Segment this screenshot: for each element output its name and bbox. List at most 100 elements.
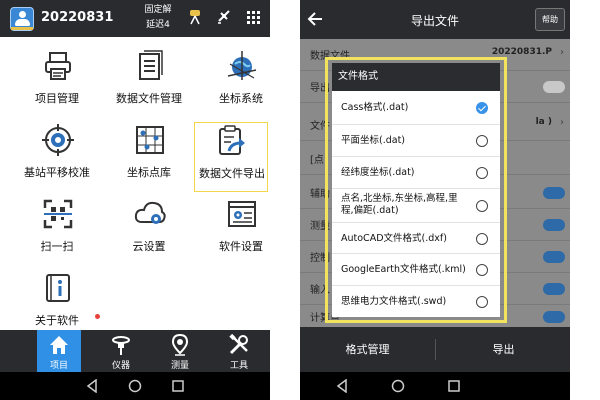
tab-label: 项目 (49, 361, 68, 371)
radio-unchecked-icon[interactable] (476, 135, 488, 147)
tile-coordinate-system[interactable]: 坐标系统 (196, 48, 270, 118)
location-pin-icon (171, 334, 189, 356)
tools-icon (229, 334, 248, 355)
chevron-right-icon: › (560, 47, 564, 58)
tile-label: 关于软件 (35, 314, 79, 327)
format-option[interactable]: GoogleEarth文件格式(.kml) (332, 254, 500, 286)
tile-scan[interactable]: 扫一扫 (12, 196, 102, 266)
target-crosshair-icon (42, 124, 74, 156)
tile-project-manage[interactable]: 项目管理 (12, 48, 102, 118)
option-label: AutoCAD文件格式(.dxf) (341, 233, 447, 244)
home-icon (50, 336, 68, 354)
nav-home-icon[interactable] (128, 379, 142, 393)
toggle-switch[interactable] (543, 311, 565, 323)
radio-unchecked-icon[interactable] (476, 264, 488, 276)
toggle-switch[interactable] (543, 283, 565, 295)
fix-status[interactable]: 固定解 延迟4 (138, 3, 178, 33)
status-header: 20220831 固定解 延迟4 (0, 0, 270, 37)
printer-icon (45, 52, 71, 80)
help-button[interactable]: 帮助 (535, 8, 565, 31)
option-label: 经纬度坐标(.dat) (341, 167, 415, 178)
globe-axes-icon (227, 51, 257, 80)
dialog-title: 文件格式 (332, 63, 500, 91)
toggle-switch[interactable] (543, 219, 565, 231)
page-title: 导出文件 (410, 14, 459, 28)
fix-status-text: 固定解 (144, 5, 172, 15)
nav-recents-icon[interactable] (171, 379, 185, 393)
toggle-switch[interactable] (543, 187, 565, 199)
tab-survey[interactable]: 测量 (158, 330, 202, 372)
notification-badge (95, 314, 100, 319)
format-option[interactable]: Cass格式(.dat) (332, 91, 500, 125)
tile-label: 扫一扫 (40, 240, 74, 253)
project-id: 20220831 (41, 10, 114, 25)
format-manage-button[interactable]: 格式管理 (300, 327, 435, 372)
tile-base-shift-calibration[interactable]: 基站平移校准 (12, 122, 102, 192)
document-list-icon (139, 50, 163, 80)
radio-unchecked-icon[interactable] (476, 233, 488, 245)
export-action-bar: 格式管理 导出 (300, 327, 570, 372)
nav-home-icon[interactable] (391, 379, 405, 393)
system-nav-bar (0, 372, 270, 400)
apps-grid-icon[interactable] (247, 11, 261, 25)
user-avatar[interactable] (10, 7, 34, 31)
tab-label: 仪器 (111, 361, 130, 371)
home-screen: 20220831 固定解 延迟4 项目管理 数据文件管理 坐标系统 基站平移校准… (0, 0, 270, 400)
tile-label: 项目管理 (35, 92, 79, 105)
map-grid-icon (136, 126, 164, 154)
radio-checked-icon[interactable] (476, 102, 488, 114)
row-value: 20220831.P (491, 47, 552, 57)
toggle-switch[interactable] (543, 81, 565, 93)
option-label: 点名,北坐标,东坐标,高程,里程,偏距(.dat) (341, 193, 458, 216)
tile-label: 数据文件导出 (199, 167, 265, 180)
tile-label: 云设置 (132, 240, 166, 253)
row-value: la ) (535, 117, 552, 127)
tab-label: 测量 (170, 361, 189, 371)
format-option[interactable]: 思维电力文件格式(.swd) (332, 286, 500, 317)
export-file-screen: 导出文件 帮助 数据文件 20220831.P › 导出 文件 la ) › [… (300, 0, 570, 400)
tile-label: 基站平移校准 (24, 166, 90, 179)
info-book-icon (46, 274, 70, 302)
tile-label: 软件设置 (219, 240, 263, 253)
format-option[interactable]: 经纬度坐标(.dat) (332, 157, 500, 189)
tab-tools[interactable]: 工具 (217, 330, 261, 372)
radio-unchecked-icon[interactable] (476, 296, 488, 308)
cloud-settings-icon (134, 201, 166, 224)
receiver-status-icon[interactable] (188, 8, 202, 26)
nav-recents-icon[interactable] (447, 379, 461, 393)
receiver-icon (112, 336, 130, 355)
row-label: [点 (310, 155, 324, 166)
export-button[interactable]: 导出 (436, 327, 570, 372)
radio-unchecked-icon[interactable] (476, 167, 488, 179)
option-label: GoogleEarth文件格式(.kml) (341, 264, 466, 275)
tile-coordinate-point-library[interactable]: 坐标点库 (104, 122, 194, 192)
nav-back-icon[interactable] (85, 379, 99, 393)
clipboard-export-icon (219, 125, 245, 155)
format-option[interactable]: 点名,北坐标,东坐标,高程,里程,偏距(.dat) (332, 189, 500, 223)
format-option[interactable]: AutoCAD文件格式(.dxf) (332, 223, 500, 254)
tab-instrument[interactable]: 仪器 (99, 330, 143, 372)
option-label: Cass格式(.dat) (341, 102, 409, 113)
tile-cloud-settings[interactable]: 云设置 (104, 196, 194, 266)
delay-text: 延迟4 (146, 20, 170, 30)
tile-label: 数据文件管理 (116, 92, 182, 105)
tile-data-file-manage[interactable]: 数据文件管理 (104, 48, 194, 118)
chevron-right-icon: › (560, 117, 564, 128)
tile-data-file-export[interactable]: 数据文件导出 (194, 122, 268, 192)
file-format-dialog: 文件格式 Cass格式(.dat) 平面坐标(.dat) 经纬度坐标(.dat)… (332, 63, 500, 317)
export-header: 导出文件 帮助 (300, 0, 570, 39)
toggle-switch[interactable] (543, 251, 565, 263)
tab-project[interactable]: 项目 (37, 330, 81, 372)
nav-back-icon[interactable] (335, 379, 349, 393)
radio-unchecked-icon[interactable] (476, 200, 488, 212)
tile-label: 坐标点库 (127, 166, 171, 179)
tile-label: 坐标系统 (219, 92, 263, 105)
system-nav-bar (300, 372, 570, 400)
satellite-icon[interactable] (217, 9, 231, 25)
format-option[interactable]: 平面坐标(.dat) (332, 125, 500, 157)
tab-label: 工具 (229, 361, 248, 371)
qr-scan-icon (43, 199, 73, 229)
bottom-tab-bar: 项目 仪器 测量 工具 (0, 330, 270, 372)
option-label: 平面坐标(.dat) (341, 135, 406, 146)
tile-software-settings[interactable]: 软件设置 (196, 196, 270, 266)
